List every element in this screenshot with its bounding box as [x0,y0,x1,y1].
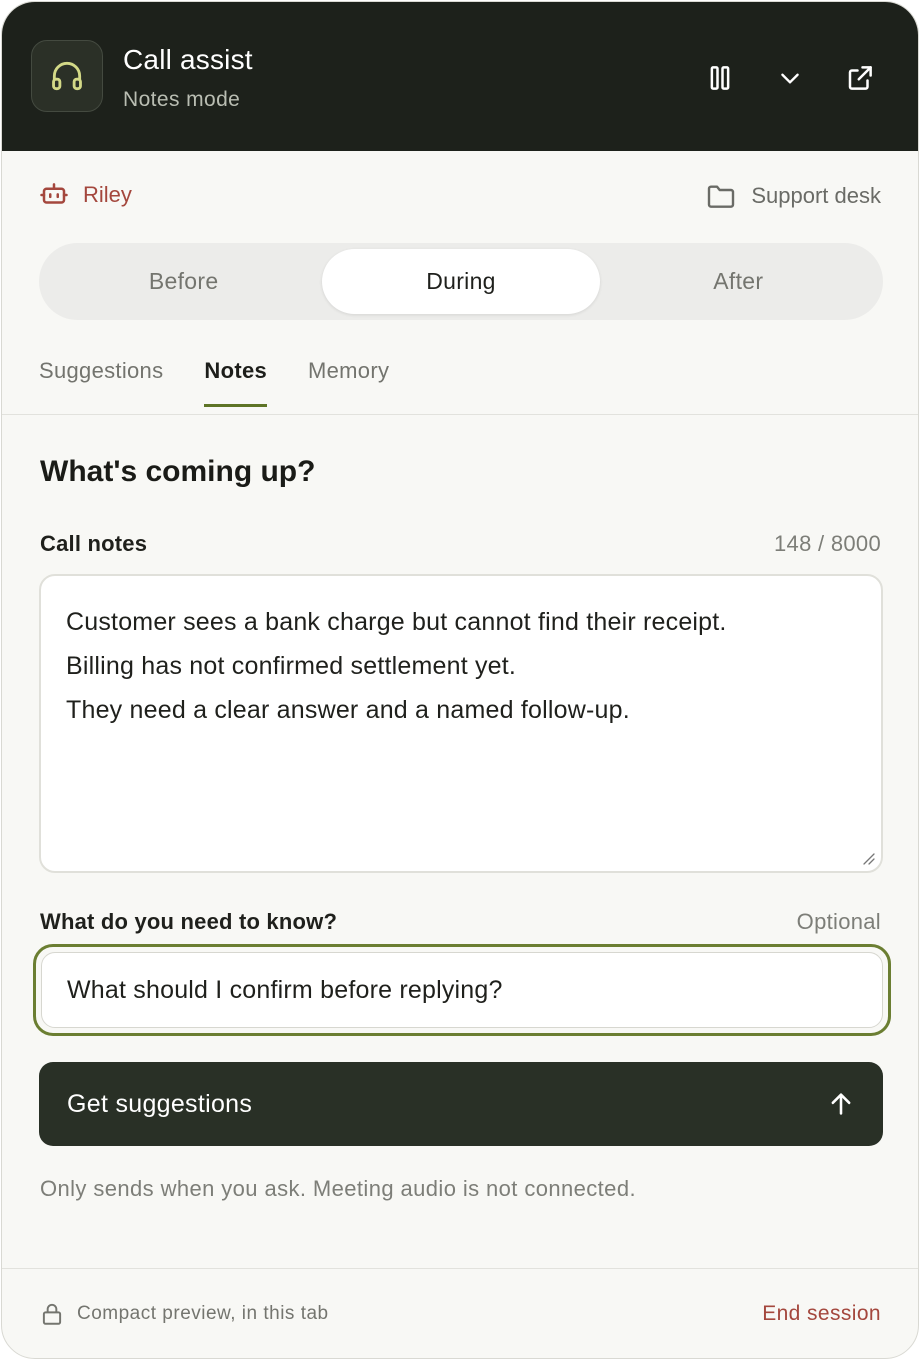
footer-divider [2,1268,918,1269]
phase-during[interactable]: During [322,249,600,314]
arrow-up-icon [831,1093,851,1115]
phase-before[interactable]: Before [45,249,322,314]
footer-status: Compact preview, in this tab [39,1301,329,1327]
tabs-divider [2,414,918,415]
notes-line: They need a clear answer and a named fol… [66,696,630,724]
notes-line: Billing has not confirmed settlement yet… [66,652,517,680]
notes-line: Customer sees a bank charge but cannot f… [66,608,727,636]
collapse-button[interactable] [768,56,812,100]
tab-memory[interactable]: Memory [308,358,389,406]
agent-name: Riley [83,182,132,207]
question-input[interactable]: What should I confirm before replying? [41,952,883,1028]
character-count: 148 / 8000 [774,531,881,556]
section-title: What's coming up? [40,455,316,488]
panel-header: Call assist Notes mode [2,2,918,151]
pop-out-button[interactable] [838,56,882,100]
get-suggestions-label: Get suggestions [67,1089,253,1118]
pause-icon [710,66,730,90]
workspace-name: Support desk [751,183,881,208]
phase-after[interactable]: After [600,249,877,314]
end-session-button[interactable]: End session [762,1302,881,1326]
tab-bar: Suggestions Notes Memory [39,358,389,407]
call-assist-panel: Call assist Notes mode Riley Support des… [1,1,919,1359]
app-title: Call assist [123,44,253,75]
external-link-icon [848,66,872,90]
helper-text: Only sends when you ask. Meeting audio i… [40,1176,636,1201]
question-focus-ring: What should I confirm before replying? [33,944,891,1036]
tab-notes[interactable]: Notes [204,358,267,407]
call-notes-textarea[interactable]: Customer sees a bank charge but cannot f… [39,574,883,873]
resize-handle-icon[interactable] [861,851,875,865]
tab-suggestions[interactable]: Suggestions [39,358,163,406]
optional-hint: Optional [796,909,881,934]
get-suggestions-button[interactable]: Get suggestions [39,1062,883,1146]
call-notes-label: Call notes [40,531,148,556]
bot-icon [40,183,68,204]
agent-selector[interactable]: Riley [39,180,132,210]
app-subtitle: Notes mode [123,88,241,111]
question-label: What do you need to know? [40,909,338,934]
chevron-down-icon [781,73,799,84]
headphones-icon [31,40,103,112]
folder-icon [708,185,735,208]
workspace-selector[interactable]: Support desk [705,180,881,212]
phase-switcher: Before During After [39,243,883,320]
lock-icon [42,1303,62,1325]
footer-status-text: Compact preview, in this tab [77,1303,329,1324]
pause-button[interactable] [698,56,742,100]
